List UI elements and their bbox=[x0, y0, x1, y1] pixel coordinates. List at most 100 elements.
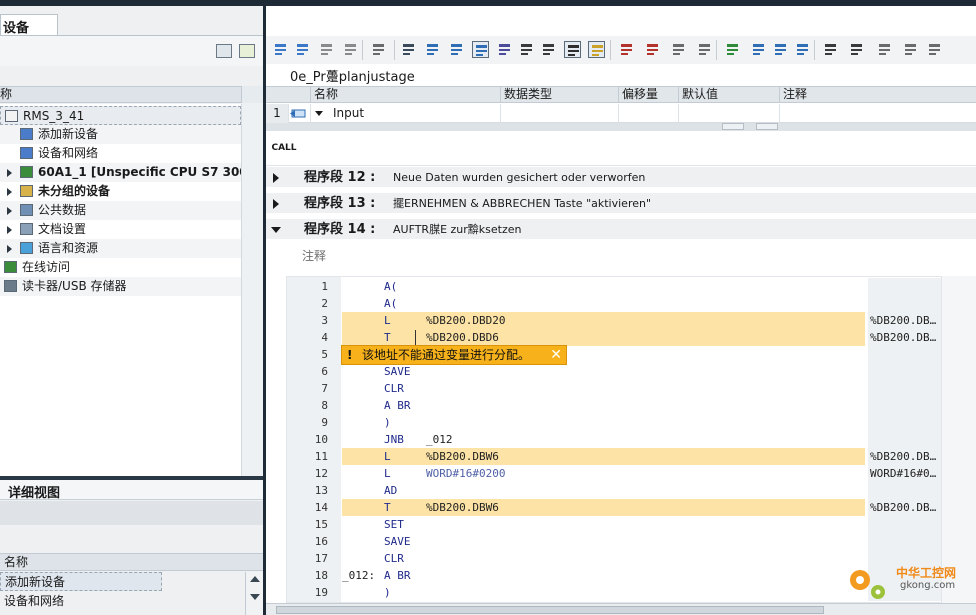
operand[interactable]: %DB200.DBD6 bbox=[426, 329, 499, 346]
instruction[interactable]: T bbox=[384, 329, 391, 346]
instruction[interactable]: SET bbox=[384, 516, 404, 533]
toolbar-button-icon[interactable] bbox=[848, 41, 865, 58]
toolbar-button-icon[interactable] bbox=[926, 41, 943, 58]
toolbar-button-icon[interactable] bbox=[496, 41, 513, 58]
tree-item[interactable]: RMS_3_41 bbox=[0, 106, 241, 125]
network-13[interactable]: 程序段 13 : 擺ERNEHMEN & ABBRECHEN Taste "ak… bbox=[266, 193, 976, 214]
tree-vertical-scrollbar[interactable] bbox=[241, 104, 263, 476]
close-icon[interactable]: ✕ bbox=[550, 346, 562, 364]
expand-arrow-icon[interactable] bbox=[7, 169, 12, 177]
tree-item[interactable]: 读卡器/USB 存储器 bbox=[0, 277, 241, 296]
toolbar-button-icon[interactable] bbox=[564, 41, 581, 58]
expand-arrow-icon[interactable] bbox=[314, 104, 324, 123]
add-device-icon[interactable] bbox=[239, 44, 255, 58]
code-line[interactable]: 3 L %DB200.DBD20 %DB200.DB… bbox=[287, 312, 941, 329]
toolbar-button-icon[interactable] bbox=[518, 41, 535, 58]
operand[interactable]: %DB200.DBW6 bbox=[426, 499, 499, 516]
instruction[interactable]: ) bbox=[384, 584, 391, 601]
scrollbar-thumb[interactable] bbox=[276, 606, 824, 614]
toolbar-button-icon[interactable] bbox=[876, 41, 893, 58]
code-line[interactable]: 4 T %DB200.DBD6 %DB200.DB… bbox=[287, 329, 941, 346]
operand[interactable]: %DB200.DBW6 bbox=[426, 448, 499, 465]
toolbar-button-icon[interactable] bbox=[370, 41, 387, 58]
comment-placeholder[interactable]: 注释 bbox=[302, 247, 326, 264]
toolbar-button-icon[interactable] bbox=[424, 41, 441, 58]
toolbar-button-icon[interactable] bbox=[342, 41, 359, 58]
toolbar-button-icon[interactable] bbox=[294, 41, 311, 58]
input-default-cell[interactable] bbox=[678, 104, 779, 123]
stl-code-editor[interactable]: 1 A(2 A(3 L %DB200.DBD20 %DB200.DB… 4 T %DB200.D… bbox=[286, 276, 942, 603]
code-line[interactable]: 15 SET bbox=[287, 516, 941, 533]
toolbar-button-icon[interactable] bbox=[272, 41, 289, 58]
detail-vertical-scrollbar[interactable] bbox=[245, 572, 263, 615]
code-line[interactable]: 11 L %DB200.DBW6 %DB200.DB… bbox=[287, 448, 941, 465]
toolbar-button-icon[interactable] bbox=[644, 41, 661, 58]
code-line[interactable]: 8 A BR bbox=[287, 397, 941, 414]
tree-item[interactable]: 在线访问 bbox=[0, 258, 241, 277]
collapsed-arrow-icon[interactable] bbox=[273, 199, 279, 209]
instruction[interactable]: ) bbox=[384, 414, 391, 431]
code-line[interactable]: 1 A( bbox=[287, 278, 941, 295]
detail-item-add-device[interactable]: 添加新设备 bbox=[0, 572, 162, 591]
toolbar-button-icon[interactable] bbox=[724, 41, 741, 58]
network-title[interactable]: AUFTR腜E zur黭ksetzen bbox=[393, 219, 521, 240]
toolbar-button-icon[interactable] bbox=[772, 41, 789, 58]
instruction[interactable]: JNB bbox=[384, 431, 404, 448]
instruction[interactable]: A( bbox=[384, 278, 397, 295]
tree-item[interactable]: 未分组的设备 bbox=[0, 182, 241, 201]
tree-item[interactable]: 公共数据 bbox=[0, 201, 241, 220]
instruction[interactable]: L bbox=[384, 465, 391, 482]
toolbar-button-icon[interactable] bbox=[696, 41, 713, 58]
expand-arrow-icon[interactable] bbox=[7, 207, 12, 215]
expanded-arrow-icon[interactable] bbox=[271, 227, 281, 233]
toolbar-button-icon[interactable] bbox=[670, 41, 687, 58]
instruction[interactable]: A( bbox=[384, 295, 397, 312]
expand-arrow-icon[interactable] bbox=[7, 245, 12, 253]
operand[interactable]: %DB200.DBD20 bbox=[426, 312, 505, 329]
expand-arrow-icon[interactable] bbox=[7, 188, 12, 196]
toolbar-button-icon[interactable] bbox=[750, 41, 767, 58]
instruction[interactable]: CLR bbox=[384, 550, 404, 567]
toolbar-button-icon[interactable] bbox=[400, 41, 417, 58]
expand-arrow-icon[interactable] bbox=[7, 226, 12, 234]
scroll-down-icon[interactable] bbox=[250, 594, 260, 600]
toolbar-button-icon[interactable] bbox=[318, 41, 335, 58]
network-title[interactable]: Neue Daten wurden gesichert oder verworf… bbox=[393, 167, 645, 188]
toolbar-button-icon[interactable] bbox=[448, 41, 465, 58]
code-line[interactable]: 9) bbox=[287, 414, 941, 431]
instruction[interactable]: AD bbox=[384, 482, 397, 499]
operand[interactable]: _012 bbox=[426, 431, 453, 448]
interface-splitter-bar[interactable] bbox=[266, 123, 976, 131]
call-button[interactable]: CALL bbox=[270, 137, 298, 159]
code-line[interactable]: 12 L WORD#16#0200 WORD#16#0… bbox=[287, 465, 941, 482]
instruction[interactable]: SAVE bbox=[384, 533, 411, 550]
toolbar-button-icon[interactable] bbox=[822, 41, 839, 58]
tree-item[interactable]: 语言和资源 bbox=[0, 239, 241, 258]
instruction[interactable]: A BR bbox=[384, 397, 411, 414]
toolbar-button-icon[interactable] bbox=[588, 41, 605, 58]
code-line[interactable]: 7 CLR bbox=[287, 380, 941, 397]
tab-devices[interactable]: 设备 bbox=[0, 14, 58, 36]
toolbar-button-icon[interactable] bbox=[472, 41, 489, 58]
collapsed-arrow-icon[interactable] bbox=[273, 173, 279, 183]
code-line[interactable]: 2 A( bbox=[287, 295, 941, 312]
code-line[interactable]: 6 SAVE bbox=[287, 363, 941, 380]
code-line[interactable]: 14 T %DB200.DBW6 %DB200.DB… bbox=[287, 499, 941, 516]
input-datatype-cell[interactable] bbox=[500, 104, 618, 123]
interface-row-input[interactable]: 1 Input bbox=[266, 104, 976, 123]
operand[interactable]: WORD#16#0200 bbox=[426, 465, 505, 482]
network-comment[interactable]: 注释 bbox=[266, 241, 976, 275]
code-line[interactable]: 13 AD bbox=[287, 482, 941, 499]
instruction[interactable]: L bbox=[384, 312, 391, 329]
instruction[interactable]: L bbox=[384, 448, 391, 465]
scroll-up-icon[interactable] bbox=[250, 576, 260, 582]
tree-item[interactable]: 60A1_1 [Unspecific CPU S7 300] bbox=[0, 163, 253, 182]
tree-item[interactable]: 添加新设备 bbox=[0, 125, 241, 144]
instruction[interactable]: T bbox=[384, 499, 391, 516]
tree-item[interactable]: 设备和网络 bbox=[0, 144, 241, 163]
instruction[interactable]: A BR bbox=[384, 567, 411, 584]
code-line[interactable]: 10 JNB _012 bbox=[287, 431, 941, 448]
toolbar-button-icon[interactable] bbox=[618, 41, 635, 58]
network-14[interactable]: 程序段 14 : AUFTR腜E zur黭ksetzen bbox=[266, 219, 976, 240]
input-name[interactable]: Input bbox=[310, 104, 500, 123]
